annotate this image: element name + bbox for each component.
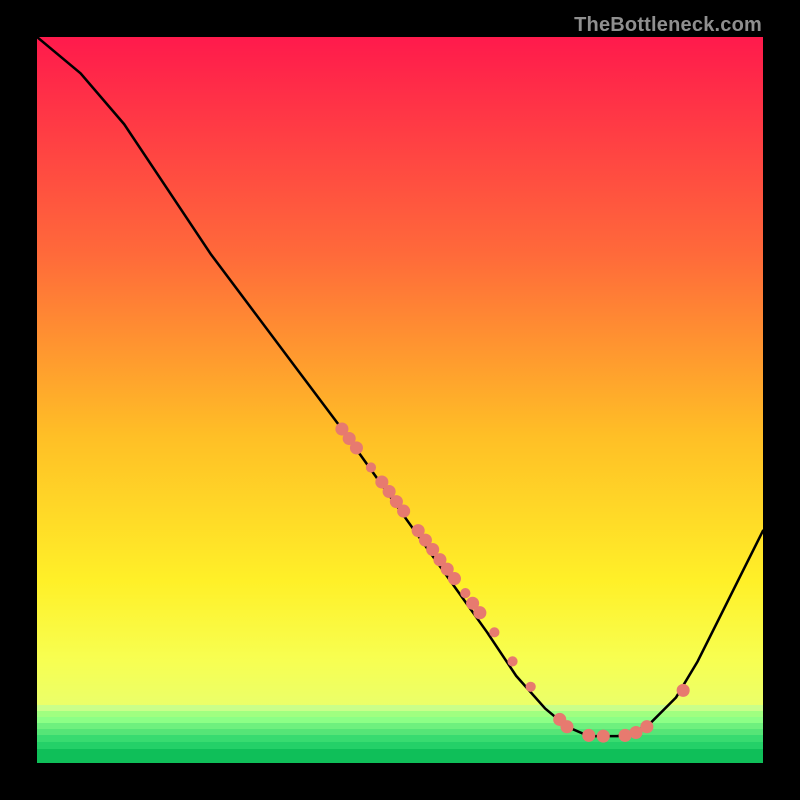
marker-dot — [582, 729, 595, 742]
marker-dot — [489, 627, 499, 637]
marker-dot — [350, 441, 363, 454]
watermark-text: TheBottleneck.com — [574, 14, 762, 37]
chart-container: TheBottleneck.com — [0, 0, 800, 800]
marker-dot — [366, 462, 376, 472]
curve-layer — [37, 37, 763, 763]
marker-dot — [560, 720, 573, 733]
marker-dot — [460, 588, 470, 598]
marker-dot — [473, 606, 486, 619]
plot-area — [37, 37, 763, 763]
marker-dot — [640, 720, 653, 733]
marker-dot — [597, 730, 610, 743]
marker-dot — [507, 656, 517, 666]
marker-dot — [677, 684, 690, 697]
marker-group — [335, 423, 689, 743]
marker-dot — [448, 572, 461, 585]
marker-dot — [397, 505, 410, 518]
curve — [37, 37, 763, 736]
marker-dot — [526, 682, 536, 692]
